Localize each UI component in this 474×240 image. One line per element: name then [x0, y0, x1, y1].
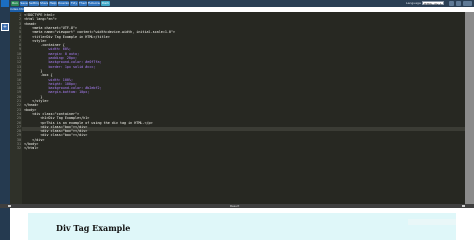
- app-logo[interactable]: [1, 0, 9, 7]
- line-number: 32: [16, 146, 21, 151]
- language-label: Language: [406, 1, 421, 5]
- editor-scrollbar[interactable]: [465, 12, 474, 204]
- language-select[interactable]: HTML_div_1: [422, 1, 444, 6]
- preview-heading: Div Tag Example: [56, 223, 131, 233]
- add-file-icon[interactable]: +: [1, 23, 9, 31]
- share-icon[interactable]: [449, 1, 454, 6]
- toolbar-button-6[interactable]: Tidy: [70, 1, 78, 6]
- toolbar-button-3[interactable]: Share: [40, 1, 48, 6]
- expand-icon[interactable]: [462, 205, 465, 207]
- user-icon[interactable]: [456, 1, 461, 6]
- menu-icon[interactable]: [463, 1, 472, 6]
- watermark-overlay: [408, 219, 456, 225]
- collapse-icon[interactable]: [8, 205, 11, 207]
- toolbar-button-7[interactable]: Theme: [79, 1, 87, 6]
- toolbar-button-2[interactable]: Settings: [29, 1, 39, 6]
- toolbar-button-0[interactable]: Run: [11, 1, 19, 6]
- toolbar-button-1[interactable]: Save: [20, 1, 28, 6]
- toolbar-button-8[interactable]: Fullscreen: [88, 1, 100, 6]
- preview-container: Div Tag Example: [28, 213, 456, 240]
- toolbar-button-4[interactable]: Help: [49, 1, 57, 6]
- code-editor[interactable]: 1 <!DOCTYPE html> 2 <html lang="en"> 3 <head>…: [10, 12, 465, 204]
- code-line[interactable]: </html>: [24, 146, 38, 150]
- active-line-highlight: [22, 127, 465, 132]
- toolbar-button-5[interactable]: Download: [58, 1, 69, 6]
- toolbar-button-9[interactable]: Dark: [101, 1, 110, 6]
